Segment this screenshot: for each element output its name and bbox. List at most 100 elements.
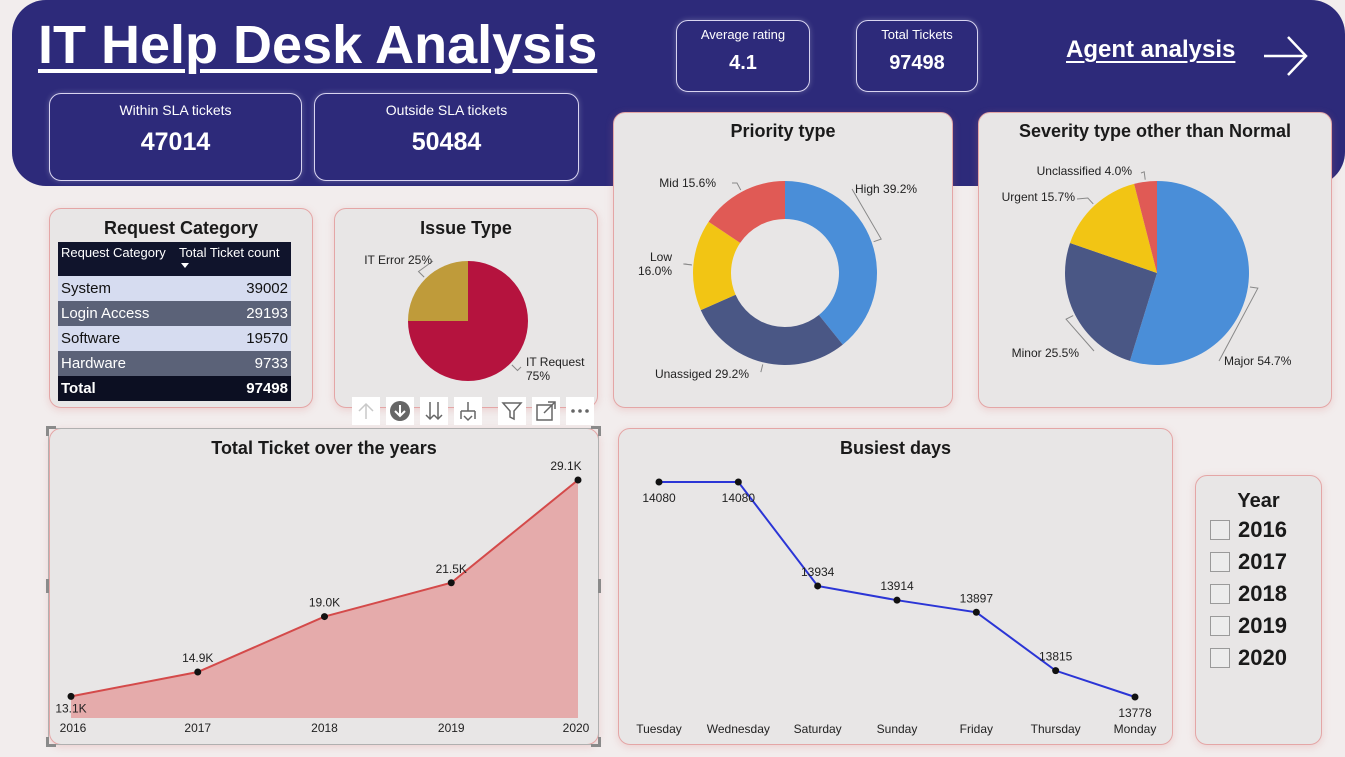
expand-all-icon[interactable] — [420, 397, 448, 425]
data-label: 29.1K — [550, 459, 581, 473]
table-row[interactable]: System 39002 — [58, 276, 291, 301]
data-label: 14.9K — [182, 651, 213, 665]
checkbox[interactable] — [1210, 520, 1230, 540]
data-label: Mid 15.6% — [659, 176, 716, 190]
total-ticket-area-chart[interactable]: 13.1K 2016 14.9K 2017 19.0K 2018 21.5K 2019 29.1… — [50, 429, 600, 746]
within-sla-value: 47014 — [140, 128, 211, 156]
total-count-cell: 97498 — [176, 376, 291, 401]
data-point[interactable] — [447, 579, 455, 587]
data-point[interactable] — [893, 596, 901, 604]
data-label: 75% — [526, 369, 550, 383]
within-sla-label: Within SLA tickets — [119, 102, 232, 118]
column-header-category[interactable]: Request Category — [58, 242, 176, 276]
table-row[interactable]: Login Access 29193 — [58, 301, 291, 326]
leader-line — [683, 263, 693, 266]
checkbox[interactable] — [1210, 648, 1230, 668]
slicer-option-2016[interactable]: 2016 — [1210, 517, 1287, 542]
outside-sla-label: Outside SLA tickets — [385, 102, 508, 118]
request-category-card: Request Category Request Category Total … — [49, 208, 313, 408]
issue-type-pie-chart[interactable]: IT Request75% IT Error 25% — [335, 209, 599, 409]
x-tick-label: 2020 — [563, 721, 590, 735]
data-label: High 39.2% — [855, 182, 917, 196]
x-tick-label: Thursday — [1031, 722, 1081, 736]
table-header-row: Request Category Total Ticket count — [58, 242, 291, 276]
category-cell: Hardware — [58, 351, 176, 376]
data-label: 13897 — [960, 591, 994, 605]
data-point[interactable] — [194, 668, 202, 676]
outside-sla-card: Outside SLA tickets 50484 — [314, 93, 579, 181]
table-row[interactable]: Hardware 9733 — [58, 351, 291, 376]
count-cell: 29193 — [176, 301, 291, 326]
severity-type-pie-chart[interactable]: Major 54.7% Minor 25.5% Urgent 15.7% Unclas… — [979, 113, 1333, 409]
agent-analysis-link[interactable]: Agent analysis — [1066, 36, 1235, 64]
category-cell: System — [58, 276, 176, 301]
x-tick-label: Wednesday — [707, 722, 770, 736]
x-tick-label: Monday — [1114, 722, 1157, 736]
issue-type-card: Issue Type IT Request 75% IT Error 25% — [334, 208, 598, 408]
arrow-up-icon[interactable] — [352, 397, 380, 425]
pie-slice-unassiged[interactable] — [700, 294, 843, 365]
average-rating-label: Average rating — [700, 27, 786, 42]
total-tickets-label: Total Tickets — [881, 27, 953, 42]
leader-line — [1140, 171, 1146, 180]
data-point[interactable] — [1052, 667, 1060, 675]
data-point[interactable] — [574, 476, 582, 484]
table-total-row: Total 97498 — [58, 376, 291, 401]
count-cell: 9733 — [176, 351, 291, 376]
data-label: IT Request — [526, 355, 585, 369]
filter-icon[interactable] — [498, 397, 526, 425]
sort-descending-icon — [181, 263, 189, 268]
x-tick-label: Saturday — [794, 722, 842, 736]
severity-type-card: Severity type other than Normal Major 54… — [978, 112, 1332, 408]
slicer-option-label: 2019 — [1238, 613, 1287, 638]
slicer-option-label: 2016 — [1238, 517, 1287, 542]
average-rating-card: Average rating 4.1 — [676, 20, 810, 92]
data-point[interactable] — [655, 478, 663, 486]
drill-down-icon[interactable] — [386, 397, 414, 425]
checkbox[interactable] — [1210, 552, 1230, 572]
x-tick-label: 2017 — [184, 721, 211, 735]
category-cell: Login Access — [58, 301, 176, 326]
outside-sla-value: 50484 — [411, 128, 482, 156]
category-cell: Software — [58, 326, 176, 351]
slicer-option-2019[interactable]: 2019 — [1210, 613, 1287, 638]
checkbox[interactable] — [1210, 616, 1230, 636]
data-point[interactable] — [734, 478, 742, 486]
data-label: 13934 — [801, 565, 835, 579]
data-point[interactable] — [1131, 693, 1139, 701]
data-label: 13815 — [1039, 650, 1073, 664]
busiest-days-line-chart[interactable]: 14080 Tuesday 14080 Wednesday 13934 Saturday 1… — [619, 429, 1174, 746]
slicer-option-2020[interactable]: 2020 — [1210, 645, 1287, 670]
data-label: 19.0K — [309, 596, 340, 610]
count-cell: 19570 — [176, 326, 291, 351]
total-label-cell: Total — [58, 376, 176, 401]
arrow-right-icon[interactable] — [1262, 32, 1310, 80]
data-point[interactable] — [321, 613, 328, 621]
data-point[interactable] — [972, 608, 980, 616]
x-tick-label: Tuesday — [636, 722, 682, 736]
column-header-count[interactable]: Total Ticket count — [176, 242, 291, 276]
request-category-table: Request Category Total Ticket count Syst… — [58, 242, 291, 401]
slicer-option-2018[interactable]: 2018 — [1210, 581, 1287, 606]
count-cell: 39002 — [176, 276, 291, 301]
pie-slice-high[interactable] — [785, 181, 877, 345]
slicer-option-2017[interactable]: 2017 — [1210, 549, 1287, 574]
table-row[interactable]: Software 19570 — [58, 326, 291, 351]
data-label: 13778 — [1118, 706, 1152, 720]
busiest-days-card: Busiest days 14080 Tuesday 14080 Wednesday 1… — [618, 428, 1173, 745]
more-options-icon[interactable] — [566, 397, 594, 425]
expand-hierarchy-icon[interactable] — [454, 397, 482, 425]
pie-slice-it-error[interactable] — [408, 261, 468, 321]
leader-line — [731, 182, 742, 191]
data-point[interactable] — [67, 692, 75, 700]
data-label: 14080 — [722, 491, 756, 505]
checkbox[interactable] — [1210, 584, 1230, 604]
request-category-title: Request Category — [103, 218, 259, 238]
data-label: 21.5K — [436, 562, 467, 576]
priority-type-donut-chart[interactable]: High 39.2% Unassiged 29.2% Low16.0% Mid 15.… — [614, 113, 954, 409]
data-label: Low — [650, 250, 672, 264]
data-point[interactable] — [814, 582, 822, 590]
focus-mode-icon[interactable] — [532, 397, 560, 425]
data-label: Minor 25.5% — [1012, 346, 1080, 360]
x-tick-label: Friday — [960, 722, 993, 736]
